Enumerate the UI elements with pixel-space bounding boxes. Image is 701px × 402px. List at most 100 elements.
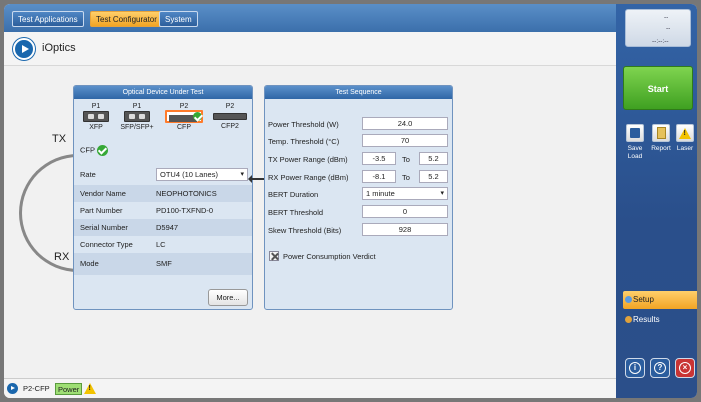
tx-label: TX xyxy=(52,133,67,145)
report-button[interactable]: Report xyxy=(650,124,672,153)
tx-min-input[interactable]: -3.5 xyxy=(362,152,396,165)
top-tab-bar: Test Applications Test Configurator Syst… xyxy=(4,4,616,32)
tx-max-input[interactable]: 5.2 xyxy=(419,152,448,165)
info-value: PD100-TXFND-0 xyxy=(156,206,214,215)
rx-min-input[interactable]: -8.1 xyxy=(362,170,396,183)
clock-line-2: -- xyxy=(666,25,671,32)
selected-check-icon xyxy=(96,145,108,156)
link-arrow-icon xyxy=(248,175,268,183)
clock-line-1: -- xyxy=(664,14,669,21)
info-value: D5947 xyxy=(156,223,179,232)
report-icon xyxy=(652,124,670,142)
skew-threshold-input[interactable]: 928 xyxy=(362,223,448,236)
tx-to-label: To xyxy=(402,155,410,164)
chevron-down-icon: ▾ xyxy=(440,190,444,197)
status-logo-icon xyxy=(7,383,18,394)
info-value: LC xyxy=(156,240,166,249)
info-key: Connector Type xyxy=(80,240,133,249)
status-bar: P2-CFP Power xyxy=(4,378,616,398)
info-button[interactable]: i xyxy=(625,358,645,378)
temp-threshold-label: Temp. Threshold (°C) xyxy=(268,137,340,146)
power-threshold-label: Power Threshold (W) xyxy=(268,120,339,129)
tab-test-configurator[interactable]: Test Configurator xyxy=(90,11,163,27)
port-sfp-slot: P1 xyxy=(132,103,142,110)
rx-max-input[interactable]: 5.2 xyxy=(419,170,448,183)
power-verdict-label: Power Consumption Verdict xyxy=(283,252,376,261)
bert-duration-select[interactable]: 1 minute ▾ xyxy=(362,187,448,200)
info-row: Vendor Name NEOPHOTONICS xyxy=(74,185,252,202)
test-sequence-panel: Test Sequence Power Threshold (W) 24.0 T… xyxy=(264,85,453,310)
power-verdict-checkbox[interactable] xyxy=(269,251,279,261)
help-icon: ? xyxy=(654,362,666,374)
bert-duration-value: 1 minute xyxy=(366,189,395,198)
info-row: Mode SMF xyxy=(74,253,252,275)
test-sequence-title: Test Sequence xyxy=(265,86,452,99)
screen: Test Applications Test Configurator Syst… xyxy=(4,4,697,398)
rx-to-label: To xyxy=(402,173,410,182)
save-load-label: Save Load xyxy=(627,145,643,160)
port-xfp-name: XFP xyxy=(89,124,103,131)
rate-select[interactable]: OTU4 (10 Lanes) ▾ xyxy=(156,168,248,181)
laser-icon xyxy=(676,124,694,142)
bert-threshold-label: BERT Threshold xyxy=(268,208,324,217)
tab-test-applications[interactable]: Test Applications xyxy=(12,11,84,27)
info-value: SMF xyxy=(156,259,172,268)
results-label: Results xyxy=(633,315,660,324)
port-cfp-slot: P2 xyxy=(179,103,189,110)
rx-power-range-label: RX Power Range (dBm) xyxy=(268,173,349,182)
info-key: Serial Number xyxy=(80,223,128,232)
sfp-port-icon xyxy=(124,111,150,122)
status-port: P2-CFP xyxy=(23,384,50,393)
tab-system[interactable]: System xyxy=(159,11,198,27)
start-button[interactable]: Start xyxy=(623,66,693,110)
results-icon xyxy=(625,316,632,323)
laser-warning-icon xyxy=(84,383,96,394)
app-title: iOptics xyxy=(42,42,76,54)
port-sfp-name: SFP/SFP+ xyxy=(120,124,154,131)
bert-duration-label: BERT Duration xyxy=(268,190,319,199)
selected-port-label: CFP xyxy=(80,145,95,155)
help-button[interactable]: ? xyxy=(650,358,670,378)
info-key: Mode xyxy=(80,259,99,268)
port-sfp[interactable]: P1 SFP/SFP+ xyxy=(118,103,156,131)
laser-button[interactable]: Laser xyxy=(674,124,696,153)
xfp-port-icon xyxy=(83,111,109,122)
power-threshold-input[interactable]: 24.0 xyxy=(362,117,448,130)
bert-threshold-input[interactable]: 0 xyxy=(362,205,448,218)
status-power-badge: Power xyxy=(55,383,83,395)
more-button[interactable]: More... xyxy=(208,289,248,306)
clock-display: -- -- --:--:-- xyxy=(625,9,691,47)
port-cfp[interactable]: P2 CFP xyxy=(165,103,203,131)
info-row: Part Number PD100-TXFND-0 xyxy=(74,202,252,219)
temp-threshold-input[interactable]: 70 xyxy=(362,134,448,147)
main-content: TX RX Optical Device Under Test P1 XFP P… xyxy=(4,66,616,378)
port-cfp2-slot: P2 xyxy=(225,103,235,110)
port-cfp-name: CFP xyxy=(177,124,191,131)
sidebar-item-setup[interactable]: Setup xyxy=(623,291,697,309)
info-icon: i xyxy=(629,362,641,374)
save-load-icon xyxy=(626,124,644,142)
optical-device-panel: Optical Device Under Test P1 XFP P1 SFP/… xyxy=(73,85,253,310)
app-logo-icon xyxy=(13,38,35,60)
info-key: Part Number xyxy=(80,206,123,215)
setup-label: Setup xyxy=(633,295,654,304)
sidebar-item-results[interactable]: Results xyxy=(623,311,697,329)
info-row: Serial Number D5947 xyxy=(74,219,252,236)
info-value: NEOPHOTONICS xyxy=(156,189,217,198)
optical-device-panel-title: Optical Device Under Test xyxy=(74,86,252,99)
port-cfp2-name: CFP2 xyxy=(221,123,239,130)
rx-label: RX xyxy=(54,251,70,263)
info-key: Vendor Name xyxy=(80,189,126,198)
port-cfp2[interactable]: P2 CFP2 xyxy=(211,103,249,130)
tx-power-range-label: TX Power Range (dBm) xyxy=(268,155,348,164)
port-xfp[interactable]: P1 XFP xyxy=(81,103,111,131)
save-load-button[interactable]: Save Load xyxy=(624,124,646,161)
selected-port: CFP xyxy=(80,145,108,156)
clock-line-3: --:--:-- xyxy=(652,38,669,45)
app-header: iOptics xyxy=(4,32,616,66)
close-button[interactable]: × xyxy=(675,358,695,378)
skew-threshold-label: Skew Threshold (Bits) xyxy=(268,226,342,235)
setup-icon xyxy=(625,296,632,303)
report-label: Report xyxy=(651,145,671,152)
close-icon: × xyxy=(679,362,691,374)
